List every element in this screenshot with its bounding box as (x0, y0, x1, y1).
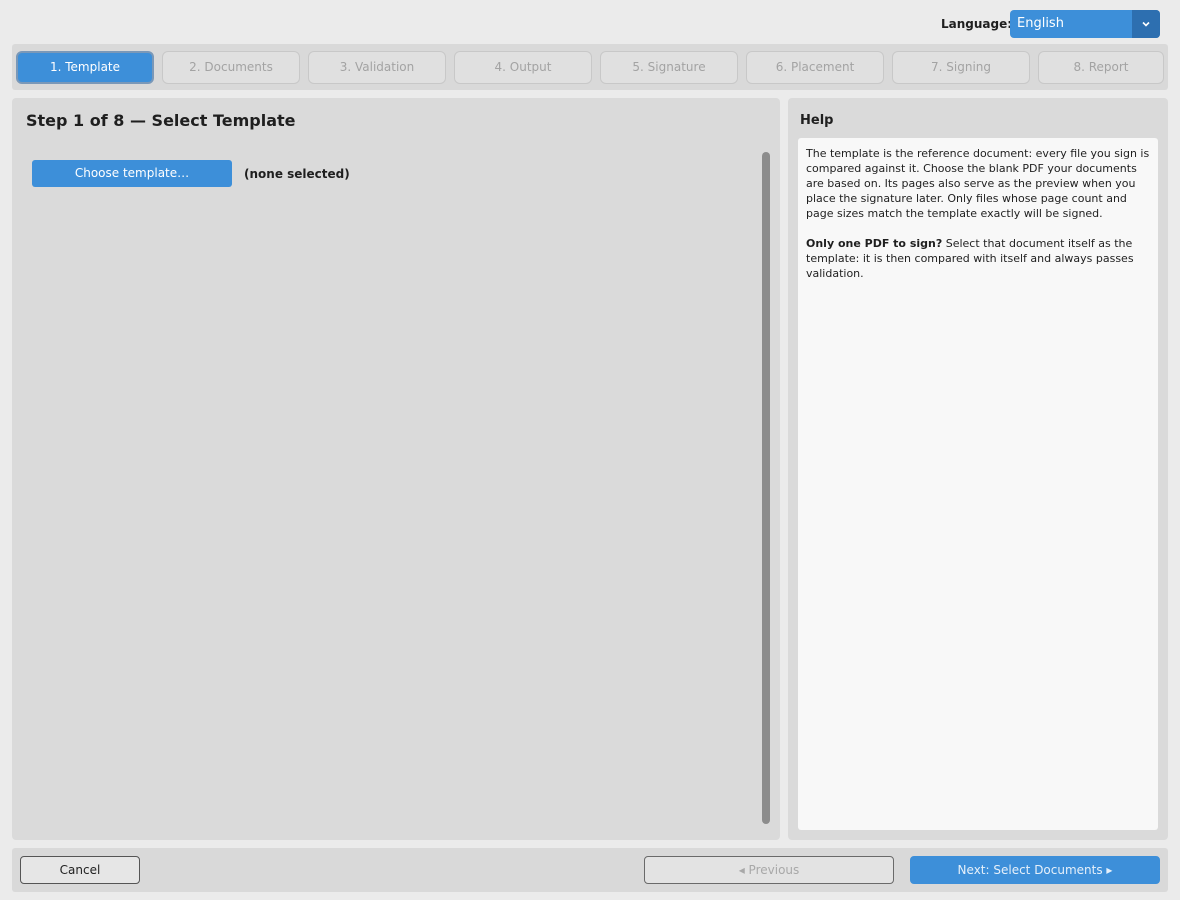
next-button[interactable]: Next: Select Documents ▸ (910, 856, 1160, 884)
main-scrollbar[interactable] (762, 152, 770, 824)
help-title: Help (800, 113, 834, 128)
tab-step-1[interactable]: 1. Template (16, 51, 154, 84)
tab-step-7[interactable]: 7. Signing (892, 51, 1030, 84)
language-select[interactable]: English (1010, 10, 1160, 38)
previous-button[interactable]: ◂ Previous (644, 856, 894, 884)
help-emphasis: Only one PDF to sign? (806, 237, 943, 250)
tab-step-3[interactable]: 3. Validation (308, 51, 446, 84)
main-panel (12, 98, 780, 840)
help-paragraph: Only one PDF to sign? Select that docume… (806, 236, 1152, 281)
chevron-down-icon[interactable] (1132, 10, 1160, 38)
tab-step-8[interactable]: 8. Report (1038, 51, 1164, 84)
tab-step-5[interactable]: 5. Signature (600, 51, 738, 84)
tab-step-6[interactable]: 6. Placement (746, 51, 884, 84)
cancel-button[interactable]: Cancel (20, 856, 140, 884)
page-title: Step 1 of 8 — Select Template (26, 111, 296, 130)
tab-step-2[interactable]: 2. Documents (162, 51, 300, 84)
language-label: Language: (941, 17, 1013, 31)
selected-template-label: (none selected) (244, 167, 350, 181)
language-select-value: English (1017, 16, 1064, 31)
help-text-box: The template is the reference document: … (798, 138, 1158, 830)
choose-template-button[interactable]: Choose template… (32, 160, 232, 187)
help-paragraph: The template is the reference document: … (806, 147, 1150, 220)
tab-step-4[interactable]: 4. Output (454, 51, 592, 84)
